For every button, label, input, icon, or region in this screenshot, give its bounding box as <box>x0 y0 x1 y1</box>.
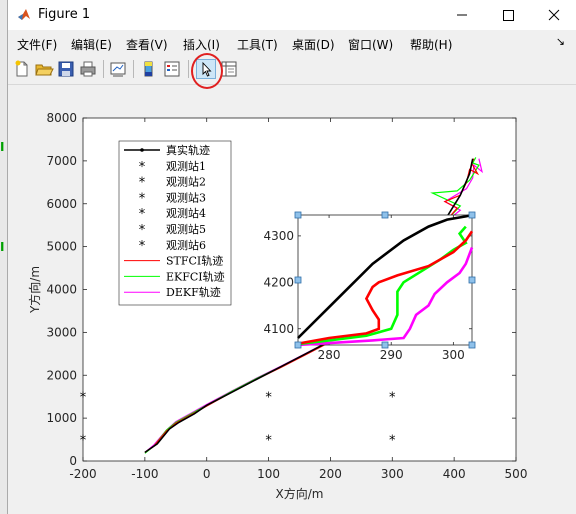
menu-edit[interactable]: 编辑(E) <box>71 36 112 53</box>
y-tick-label: 4000 <box>46 283 77 297</box>
y-tick-label: 1000 <box>46 411 77 425</box>
legend-label: 观测站3 <box>166 190 206 204</box>
x-tick-label: 300 <box>381 467 404 481</box>
selection-handle <box>294 341 302 349</box>
legend-label: 观测站2 <box>166 175 206 189</box>
legend-label: 观测站6 <box>166 238 206 252</box>
insert-colorbar-icon <box>144 61 153 77</box>
x-axis-label: X方向/m <box>276 486 324 501</box>
selection-handle <box>381 341 389 349</box>
y-tick-label: 7000 <box>46 154 77 168</box>
figure-window: Figure 1 文件(F) 编辑(E) 查看(V) 插入(I) 工具(T) 桌… <box>7 0 576 514</box>
legend-label: 观测站5 <box>166 222 206 236</box>
legend-label: DEKF轨迹 <box>166 285 221 299</box>
toolbar-separator <box>133 60 134 78</box>
menu-desktop[interactable]: 桌面(D) <box>292 36 335 53</box>
figure-canvas: -200 -100 0 100 200 300 400 5000100020003000400… <box>8 85 576 514</box>
menu-insert[interactable]: 插入(I) <box>183 36 220 53</box>
maximize-button[interactable] <box>485 0 531 30</box>
save-button[interactable] <box>56 59 76 79</box>
maximize-icon <box>503 10 514 21</box>
close-button[interactable] <box>531 0 576 30</box>
y-axis-label: Y方向/m <box>27 266 42 314</box>
station-marker: * <box>265 391 272 406</box>
x-tick-label: 200 <box>319 467 342 481</box>
legend-label: EKFCI轨迹 <box>166 269 225 283</box>
save-icon <box>58 61 74 77</box>
legend-marker: * <box>139 207 146 222</box>
insert-legend-icon <box>164 61 180 77</box>
legend-marker: * <box>139 176 146 191</box>
selection-handle <box>468 341 476 349</box>
legend-marker: * <box>139 223 146 238</box>
legend-marker: * <box>139 191 146 206</box>
legend-label: 观测站4 <box>166 206 206 220</box>
toolbar-separator <box>188 60 189 78</box>
station-marker: * <box>80 391 87 406</box>
station-marker: * <box>389 391 396 406</box>
legend-label: 真实轨迹 <box>166 143 210 157</box>
selection-handle <box>468 276 476 284</box>
legend-marker: * <box>139 239 146 254</box>
legend[interactable]: 真实轨迹 * 观测站1 * 观测站2 * 观测站3 * 观测站4 * 观测站5 * 观测站6 STFCI轨… <box>118 140 232 306</box>
open-button[interactable] <box>34 59 54 79</box>
legend-label: STFCI轨迹 <box>166 254 223 268</box>
minimize-icon <box>457 14 467 16</box>
menu-bar: 文件(F) 编辑(E) 查看(V) 插入(I) 工具(T) 桌面(D) 窗口(W… <box>8 33 576 55</box>
toolbar-separator <box>103 60 104 78</box>
legend-marker: * <box>139 160 146 175</box>
inset-y-tick-label: 4300 <box>263 229 294 243</box>
inset-y-tick-label: 4200 <box>263 275 294 289</box>
x-tick-label: 500 <box>505 467 528 481</box>
figure-toolbar <box>8 56 576 85</box>
selection-handle <box>381 211 389 219</box>
x-tick-label: -100 <box>131 467 158 481</box>
open-icon <box>35 64 54 76</box>
print-button[interactable] <box>78 59 98 79</box>
print-icon <box>80 61 96 77</box>
selection-handle <box>468 211 476 219</box>
inset-x-tick-label: 280 <box>318 348 341 362</box>
x-tick-label: -200 <box>69 467 96 481</box>
menu-view[interactable]: 查看(V) <box>126 36 168 53</box>
inset-x-tick-label: 300 <box>442 348 465 362</box>
matlab-logo-icon <box>18 9 30 20</box>
station-marker: * <box>265 434 272 449</box>
close-icon <box>548 9 560 21</box>
title-bar: Figure 1 <box>8 0 576 30</box>
menu-tools[interactable]: 工具(T) <box>237 36 278 53</box>
inset-x-tick-label: 290 <box>380 348 403 362</box>
selection-handle <box>294 276 302 284</box>
red-annotation-circle <box>191 53 223 89</box>
x-tick-label: 0 <box>203 467 211 481</box>
new-figure-icon <box>15 60 28 77</box>
link-plot-button[interactable] <box>108 59 128 79</box>
menu-help[interactable]: 帮助(H) <box>410 36 452 53</box>
y-tick-label: 2000 <box>46 368 77 382</box>
menu-file[interactable]: 文件(F) <box>17 36 57 53</box>
y-tick-label: 3000 <box>46 325 77 339</box>
x-tick-label: 100 <box>257 467 280 481</box>
station-marker: * <box>389 434 396 449</box>
menubar-dock-arrow-icon[interactable]: ↘ <box>556 35 565 48</box>
window-title: Figure 1 <box>38 7 91 22</box>
menu-window[interactable]: 窗口(W) <box>348 36 393 53</box>
new-figure-button[interactable] <box>12 59 32 79</box>
insert-colorbar-button[interactable] <box>139 59 159 79</box>
x-tick-label: 400 <box>443 467 466 481</box>
station-marker: * <box>80 434 87 449</box>
y-tick-label: 6000 <box>46 197 77 211</box>
y-tick-label: 5000 <box>46 240 77 254</box>
y-tick-label: 0 <box>69 454 77 468</box>
y-tick-label: 8000 <box>46 111 77 125</box>
inset-y-tick-label: 4100 <box>263 322 294 336</box>
selection-handle <box>294 211 302 219</box>
legend-marker <box>140 148 144 152</box>
minimize-button[interactable] <box>439 0 485 30</box>
insert-legend-button[interactable] <box>162 59 182 79</box>
link-plot-icon <box>110 62 126 77</box>
legend-label: 观测站1 <box>166 159 206 173</box>
